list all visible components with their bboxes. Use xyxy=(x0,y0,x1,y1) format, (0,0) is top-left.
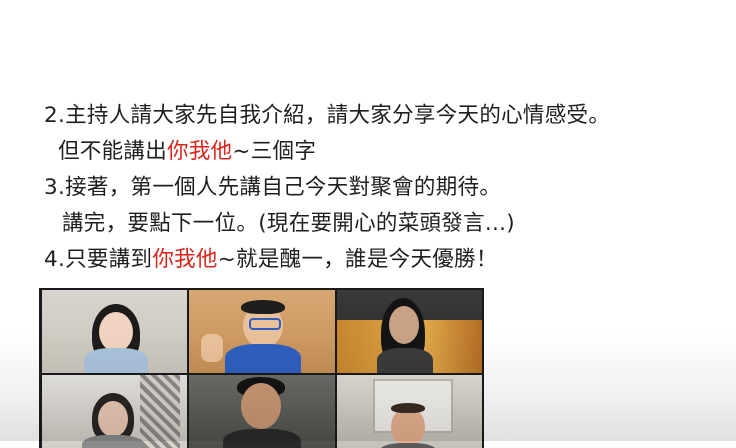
rule-line-3-continued: 講完，要點下一位。(現在要開心的菜頭發言...) xyxy=(62,209,515,239)
decorative-screen xyxy=(140,375,180,448)
participant-face xyxy=(98,401,128,437)
participant-shirt xyxy=(84,348,148,373)
participant-face xyxy=(391,407,425,447)
participant-shirt xyxy=(223,429,301,448)
rule-line-3-text: 3.接著，第一個人先講自己今天對聚會的期待。 xyxy=(44,175,502,200)
participant-face xyxy=(99,312,133,352)
participant-video-tile[interactable] xyxy=(337,290,482,373)
rule-line-2-continued: 但不能講出你我他~三個字 xyxy=(58,137,316,167)
rule-line-4-prefix: 4.只要講到 xyxy=(44,247,153,272)
glasses-icon xyxy=(249,318,281,330)
rule-line-3: 3.接著，第一個人先講自己今天對聚會的期待。 xyxy=(44,173,501,203)
rule-line-2b-suffix: ~三個字 xyxy=(232,139,317,164)
participant-shirt xyxy=(225,344,301,373)
participant-shirt xyxy=(377,348,433,373)
thumbs-up-hand xyxy=(201,334,223,362)
participant-video-tile[interactable] xyxy=(42,290,187,373)
video-call-gallery xyxy=(39,288,484,448)
rule-line-2-text: 2.主持人請大家先自我介紹，請大家分享今天的心情感受。 xyxy=(44,103,611,128)
participant-face xyxy=(241,383,281,429)
participant-video-tile[interactable] xyxy=(337,375,482,448)
rule-line-4-suffix: ~就是醜一，誰是今天優勝！ xyxy=(217,247,498,272)
rule-line-2: 2.主持人請大家先自我介紹，請大家分享今天的心情感受。 xyxy=(44,101,610,131)
rule-line-2b-highlight: 你我他 xyxy=(167,139,233,164)
participant-shirt xyxy=(82,435,144,448)
rule-line-4: 4.只要講到你我他~就是醜一，誰是今天優勝！ xyxy=(44,245,498,275)
participant-shirt xyxy=(379,443,437,448)
rule-line-2b-prefix: 但不能講出 xyxy=(58,139,168,164)
rule-line-4-highlight: 你我他 xyxy=(152,247,218,272)
participant-video-tile[interactable] xyxy=(189,375,335,448)
participant-hair xyxy=(391,403,425,413)
participant-hair xyxy=(241,300,285,314)
presentation-slide: 2.主持人請大家先自我介紹，請大家分享今天的心情感受。 但不能講出你我他~三個字… xyxy=(0,0,736,448)
participant-video-tile[interactable] xyxy=(189,290,335,373)
rule-line-3b-text: 講完，要點下一位。(現在要開心的菜頭發言...) xyxy=(62,211,515,236)
participant-video-tile[interactable] xyxy=(42,375,187,448)
participant-face xyxy=(389,306,419,344)
